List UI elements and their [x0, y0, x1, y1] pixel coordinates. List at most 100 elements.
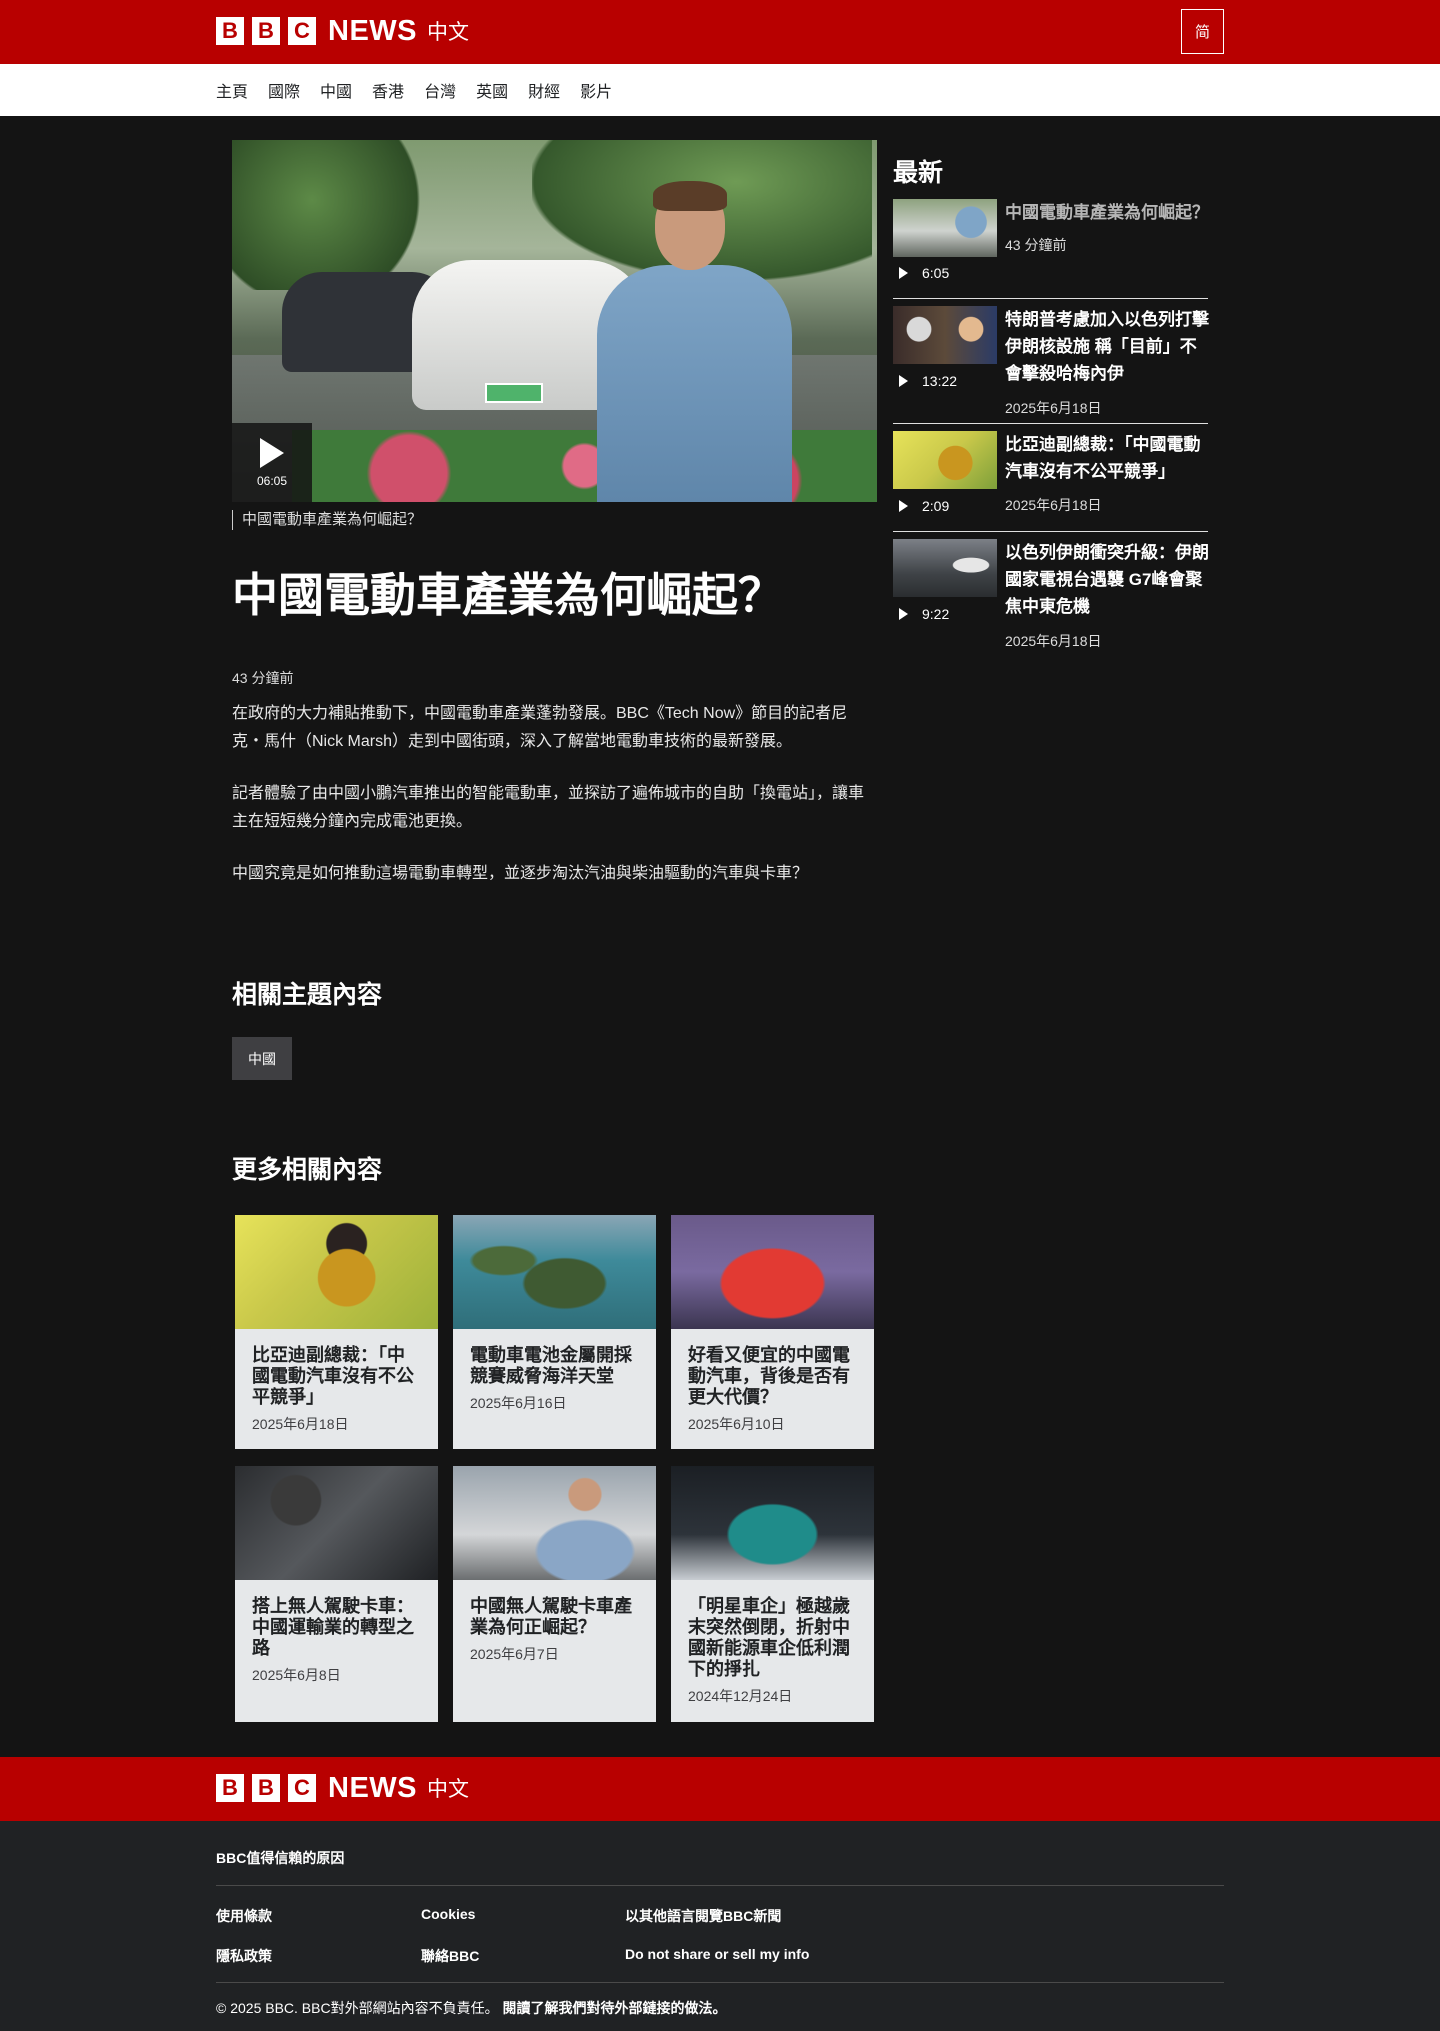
card-thumbnail [671, 1215, 874, 1329]
article-paragraph: 在政府的大力補貼推動下，中國電動車產業蓬勃發展。BBC《Tech Now》節目的… [232, 705, 848, 750]
card-date: 2025年6月7日 [470, 1646, 559, 1662]
card-date: 2025年6月10日 [688, 1416, 785, 1432]
logo-letter-b1: B [216, 1774, 244, 1802]
footer-link-trust[interactable]: BBC值得信賴的原因 [216, 1848, 344, 1868]
bbc-news-logo[interactable]: B B C NEWS 中文 [216, 14, 469, 47]
logo-letter-b1: B [216, 17, 244, 45]
latest-duration: 6:05 [922, 265, 950, 281]
video-play-button[interactable]: 06:05 [232, 423, 312, 502]
article-paragraph: 記者體驗了由中國小鵬汽車推出的智能電動車，並探訪了遍佈城市的自助「換電站」，讓車… [232, 785, 865, 830]
nav-item-business[interactable]: 財經 [528, 78, 560, 102]
copyright-text: © 2025 BBC. BBC對外部網站內容不負責任。 [216, 2000, 499, 2016]
latest-title: 中國電動車產業為何崛起？ [1005, 203, 1209, 222]
footer-link-terms[interactable]: 使用條款 [216, 1906, 272, 1926]
footer-copyright: © 2025 BBC. BBC對外部網站內容不負責任。 閱讀了解我們對待外部鏈接… [216, 1998, 726, 2018]
card-date: 2025年6月16日 [470, 1395, 567, 1411]
divider [893, 298, 1208, 299]
latest-duration: 9:22 [922, 606, 950, 622]
video-presenter-image [597, 181, 792, 502]
logo-letter-b2: B [252, 17, 280, 45]
nav-item-home[interactable]: 主頁 [216, 78, 248, 102]
related-card[interactable]: 「明星車企」極越歲末突然倒閉，折射中國新能源車企低利潤下的掙扎 2024年12月… [671, 1466, 874, 1722]
main-video-player[interactable] [232, 140, 877, 502]
card-title: 搭上無人駕駛卡車：中國運輸業的轉型之路 [252, 1596, 414, 1658]
footer-brand-bar: B B C NEWS 中文 [0, 1757, 1440, 1821]
nav-item-china[interactable]: 中國 [320, 78, 352, 102]
related-card[interactable]: 比亞迪副總裁：「中國電動汽車沒有不公平競爭」 2025年6月18日 [235, 1215, 438, 1449]
logo-news-text: NEWS [328, 1771, 417, 1804]
latest-date: 43 分鐘前 [1005, 237, 1067, 253]
footer-link-do-not-sell[interactable]: Do not share or sell my info [625, 1946, 809, 1962]
latest-item[interactable]: 特朗普考慮加入以色列打擊伊朗核設施 稱「目前」不會擊殺哈梅內伊 2025年6月1… [893, 306, 1209, 418]
divider [893, 423, 1208, 424]
latest-date: 2025年6月18日 [1005, 400, 1102, 416]
latest-title: 特朗普考慮加入以色列打擊伊朗核設施 稱「目前」不會擊殺哈梅內伊 [1005, 310, 1209, 383]
card-title: 電動車電池金屬開採競賽威脅海洋天堂 [470, 1345, 632, 1386]
latest-item[interactable]: 以色列伊朗衝突升級：伊朗國家電視台遇襲 G7峰會聚焦中東危機 2025年6月18… [893, 539, 1209, 651]
logo-news-text: NEWS [328, 14, 417, 47]
logo-letter-c: C [288, 17, 316, 45]
nav-item-world[interactable]: 國際 [268, 78, 300, 102]
related-topics-heading: 相關主題內容 [232, 981, 383, 1009]
latest-heading: 最新 [893, 159, 944, 187]
play-icon [899, 267, 908, 279]
card-title: 「明星車企」極越歲末突然倒閉，折射中國新能源車企低利潤下的掙扎 [688, 1596, 850, 1679]
footer-divider [216, 1982, 1224, 1983]
nav-item-hongkong[interactable]: 香港 [372, 78, 404, 102]
latest-date: 2025年6月18日 [1005, 497, 1102, 513]
latest-duration: 13:22 [922, 373, 958, 389]
footer-divider [216, 1885, 1224, 1886]
latest-item[interactable]: 中國電動車產業為何崛起？ 43 分鐘前 6:05 [893, 199, 1209, 291]
latest-item[interactable]: 比亞迪副總裁：「中國電動汽車沒有不公平競爭」 2025年6月18日 2:09 [893, 431, 1208, 527]
article-timestamp: 43 分鐘前 [232, 670, 294, 686]
video-caption: 中國電動車產業為何崛起？ [232, 510, 422, 530]
card-date: 2024年12月24日 [688, 1688, 793, 1704]
external-links-policy-link[interactable]: 閱讀了解我們對待外部鏈接的做法。 [502, 2000, 726, 2016]
top-header-bar: B B C NEWS 中文 简 [0, 0, 1440, 64]
card-title: 中國無人駕駛卡車產業為何正崛起？ [470, 1596, 632, 1637]
card-title: 比亞迪副總裁：「中國電動汽車沒有不公平競爭」 [252, 1345, 414, 1407]
card-thumbnail [235, 1215, 438, 1329]
latest-duration: 2:09 [922, 498, 950, 514]
nav-item-uk[interactable]: 英國 [476, 78, 508, 102]
footer-link-other-languages[interactable]: 以其他語言閱覽BBC新聞 [625, 1906, 781, 1926]
latest-thumbnail [893, 306, 997, 364]
nav-item-video[interactable]: 影片 [580, 78, 612, 102]
card-title: 好看又便宜的中國電動汽車，背後是否有更大代價？ [688, 1345, 850, 1407]
footer-link-privacy[interactable]: 隱私政策 [216, 1946, 272, 1966]
article-paragraph: 中國究竟是如何推動這場電動車轉型，並逐步淘汰汽油與柴油驅動的汽車與卡車？ [232, 865, 809, 882]
logo-chinese-text: 中文 [427, 1778, 469, 1801]
logo-letter-c: C [288, 1774, 316, 1802]
footer-link-contact[interactable]: 聯絡BBC [421, 1946, 479, 1966]
topic-tag-china[interactable]: 中國 [232, 1037, 292, 1080]
card-date: 2025年6月8日 [252, 1667, 341, 1683]
latest-date: 2025年6月18日 [1005, 633, 1102, 649]
footer-bbc-news-logo[interactable]: B B C NEWS 中文 [216, 1771, 469, 1804]
nav-item-taiwan[interactable]: 台灣 [424, 78, 456, 102]
more-related-heading: 更多相關內容 [232, 1156, 383, 1184]
latest-title: 以色列伊朗衝突升級：伊朗國家電視台遇襲 G7峰會聚焦中東危機 [1005, 543, 1209, 616]
play-icon [899, 375, 908, 387]
card-thumbnail [671, 1466, 874, 1580]
main-navigation: 主頁 國際 中國 香港 台灣 英國 財經 影片 [0, 64, 1440, 116]
related-card[interactable]: 搭上無人駕駛卡車：中國運輸業的轉型之路 2025年6月8日 [235, 1466, 438, 1722]
latest-play: 2:09 [899, 498, 949, 514]
simplified-chinese-button[interactable]: 简 [1181, 9, 1224, 54]
footer-link-cookies[interactable]: Cookies [421, 1906, 475, 1922]
article-headline: 中國電動車產業為何崛起？ [232, 569, 784, 621]
video-duration: 06:05 [256, 473, 288, 488]
related-card[interactable]: 電動車電池金屬開採競賽威脅海洋天堂 2025年6月16日 [453, 1215, 656, 1449]
related-card[interactable]: 中國無人駕駛卡車產業為何正崛起？ 2025年6月7日 [453, 1466, 656, 1722]
latest-title: 比亞迪副總裁：「中國電動汽車沒有不公平競爭」 [1005, 435, 1201, 481]
play-icon [260, 437, 284, 468]
related-card[interactable]: 好看又便宜的中國電動汽車，背後是否有更大代價？ 2025年6月10日 [671, 1215, 874, 1449]
card-thumbnail [453, 1215, 656, 1329]
latest-thumbnail [893, 539, 997, 597]
logo-chinese-text: 中文 [427, 21, 469, 44]
card-thumbnail [235, 1466, 438, 1580]
card-date: 2025年6月18日 [252, 1416, 349, 1432]
latest-thumbnail [893, 431, 997, 489]
card-thumbnail [453, 1466, 656, 1580]
logo-letter-b2: B [252, 1774, 280, 1802]
latest-play: 6:05 [899, 265, 949, 281]
